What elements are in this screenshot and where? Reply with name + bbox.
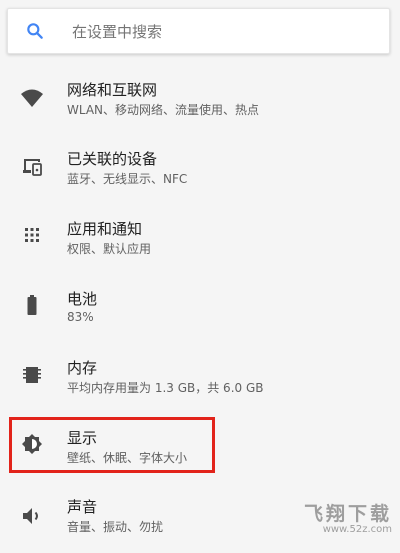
search-placeholder: 在设置中搜索 — [72, 22, 163, 41]
setting-item-network[interactable]: 网络和互联网 WLAN、移动网络、流量使用、热点 — [0, 70, 400, 138]
sound-icon — [20, 504, 44, 528]
setting-summary: 83% — [67, 310, 94, 324]
setting-item-apps[interactable]: 应用和通知 权限、默认应用 — [0, 207, 400, 275]
setting-title: 声音 — [67, 498, 98, 516]
wifi-icon — [20, 86, 44, 110]
setting-title: 已关联的设备 — [67, 150, 158, 168]
setting-item-battery[interactable]: 电池 83% — [0, 277, 400, 345]
search-bar[interactable]: 在设置中搜索 — [7, 8, 390, 54]
setting-item-connected-devices[interactable]: 已关联的设备 蓝牙、无线显示、NFC — [0, 138, 400, 206]
setting-title: 内存 — [67, 359, 98, 377]
setting-title: 应用和通知 — [67, 220, 143, 238]
watermark: 飞翔下载 www.52z.com — [304, 504, 392, 536]
watermark-url: www.52z.com — [322, 524, 392, 535]
setting-title: 电池 — [67, 290, 98, 308]
setting-item-memory[interactable]: 内存 平均内存用量为 1.3 GB，共 6.0 GB — [0, 346, 400, 414]
setting-summary: WLAN、移动网络、流量使用、热点 — [67, 103, 260, 117]
memory-icon — [20, 363, 44, 387]
setting-summary: 音量、振动、勿扰 — [67, 520, 164, 534]
apps-icon — [20, 223, 44, 247]
setting-title: 网络和互联网 — [67, 81, 158, 99]
setting-summary: 权限、默认应用 — [67, 242, 152, 256]
search-icon — [25, 21, 45, 41]
setting-summary: 平均内存用量为 1.3 GB，共 6.0 GB — [67, 381, 264, 395]
watermark-title: 飞翔下载 — [303, 503, 392, 525]
connected-devices-icon — [20, 155, 44, 179]
highlight-box — [9, 417, 215, 473]
battery-icon — [20, 293, 44, 317]
setting-summary: 蓝牙、无线显示、NFC — [67, 172, 188, 186]
